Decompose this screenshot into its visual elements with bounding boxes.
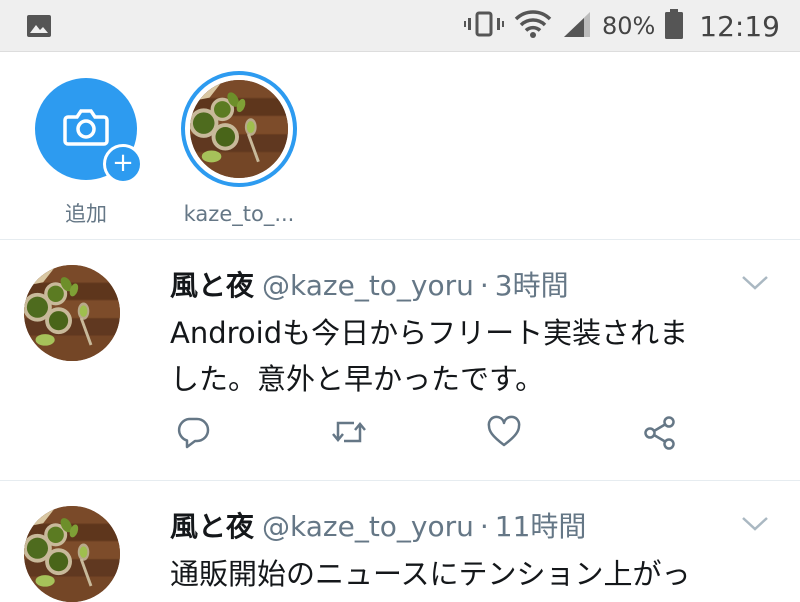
avatar[interactable]: [24, 265, 120, 361]
tweet-text: Androidも今日からフリート実装されま した。意外と早かったです。: [170, 310, 770, 402]
battery-icon: [665, 9, 684, 43]
signal-icon: [562, 10, 592, 42]
retweet-icon[interactable]: [330, 415, 368, 453]
tweet-text-line: した。意外と早かったです。: [170, 362, 545, 396]
reply-icon[interactable]: [176, 415, 210, 453]
tweet[interactable]: 風と夜 @kaze_to_yoru · 11時間 通販開始のニュースにテンション上がっ: [0, 481, 800, 584]
separator: ·: [479, 510, 489, 543]
tweet[interactable]: 風と夜 @kaze_to_yoru · 3時間 Androidも今日からフリート実装さ…: [0, 240, 800, 481]
image-icon: [26, 14, 52, 42]
plus-badge: +: [103, 144, 143, 184]
wifi-icon: [514, 10, 552, 42]
fleet-ring[interactable]: [181, 71, 297, 187]
timestamp[interactable]: 11時間: [495, 510, 587, 543]
add-fleet-button[interactable]: +: [35, 78, 143, 184]
chevron-down-icon[interactable]: [740, 515, 770, 537]
tweet-actions: [170, 415, 690, 455]
tweet-text-line: 通販開始のニュースにテンション上がっ: [170, 557, 691, 591]
fleet-user-label: kaze_to_...: [183, 202, 295, 226]
battery-percent: 80%: [601, 12, 656, 40]
fleet-add-label: 追加: [65, 202, 107, 226]
like-icon[interactable]: [486, 415, 522, 453]
separator: ·: [479, 269, 489, 302]
camera-icon: [62, 107, 110, 151]
clock: 12:19: [699, 9, 780, 43]
avatar[interactable]: [24, 506, 120, 602]
tweet-header: 風と夜 @kaze_to_yoru · 11時間: [170, 505, 586, 545]
status-bar: 80% 12:19: [0, 0, 800, 52]
handle[interactable]: @kaze_to_yoru: [262, 269, 474, 302]
fleet-add[interactable]: + 追加: [21, 78, 151, 228]
display-name[interactable]: 風と夜: [170, 269, 254, 302]
share-icon[interactable]: [642, 415, 678, 455]
timestamp[interactable]: 3時間: [495, 269, 569, 302]
vibrate-icon: [463, 10, 504, 42]
fleet-avatar: [187, 77, 291, 181]
fleet-user[interactable]: kaze_to_...: [174, 71, 304, 226]
tweet-text-line: Androidも今日からフリート実装されま: [170, 316, 689, 350]
tweet-header: 風と夜 @kaze_to_yoru · 3時間: [170, 264, 569, 304]
chevron-down-icon[interactable]: [740, 274, 770, 296]
fleets-row: + 追加 kaze_to_...: [0, 52, 800, 240]
display-name[interactable]: 風と夜: [170, 510, 254, 543]
handle[interactable]: @kaze_to_yoru: [262, 510, 474, 543]
tweet-text: 通販開始のニュースにテンション上がっ: [170, 551, 770, 597]
